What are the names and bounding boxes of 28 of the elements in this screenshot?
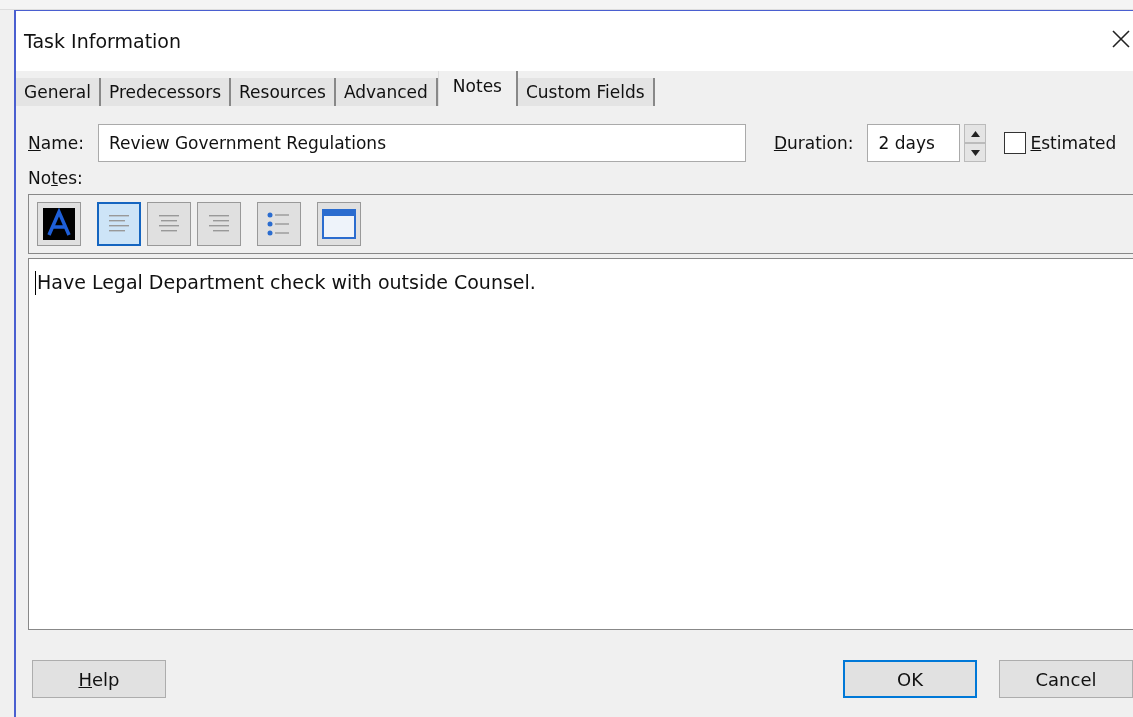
- toolbar-button[interactable]: [37, 202, 81, 246]
- dialog-button[interactable]: Cancel: [999, 660, 1133, 698]
- up-arrow-icon: [970, 130, 980, 137]
- help-button[interactable]: Help: [32, 660, 166, 698]
- duration-label: Duration:: [773, 133, 854, 153]
- text-caret: [35, 271, 36, 295]
- spin-up-button[interactable]: [964, 124, 987, 143]
- tab[interactable]: General: [16, 78, 101, 106]
- window-title: Task Information: [24, 30, 182, 52]
- tab[interactable]: Resources: [231, 78, 336, 106]
- notes-area[interactable]: Have Legal Department check with outside Counsel.: [28, 258, 1133, 630]
- spin-down-button[interactable]: [964, 143, 987, 162]
- window-icon: [322, 209, 356, 239]
- close-icon: [1111, 29, 1131, 49]
- tab[interactable]: Custom Fields: [517, 78, 655, 106]
- notes-text: Have Legal Department check with outside Counsel.: [37, 271, 536, 293]
- name-label: Name:: [28, 133, 84, 153]
- notes-label: Notes:: [28, 168, 83, 188]
- tab[interactable]: Notes: [437, 71, 518, 106]
- tab[interactable]: Predecessors: [101, 78, 232, 106]
- duration-field[interactable]: 2 days: [867, 124, 961, 162]
- tab[interactable]: Advanced: [335, 78, 438, 106]
- name-field[interactable]: Review Government Regulations: [97, 124, 746, 162]
- font-icon: [43, 208, 75, 240]
- down-arrow-icon: [970, 149, 980, 156]
- dialog-button[interactable]: OK: [843, 660, 977, 698]
- estimated-checkbox[interactable]: [1004, 132, 1027, 154]
- estimated-label: Estimated: [1030, 133, 1117, 153]
